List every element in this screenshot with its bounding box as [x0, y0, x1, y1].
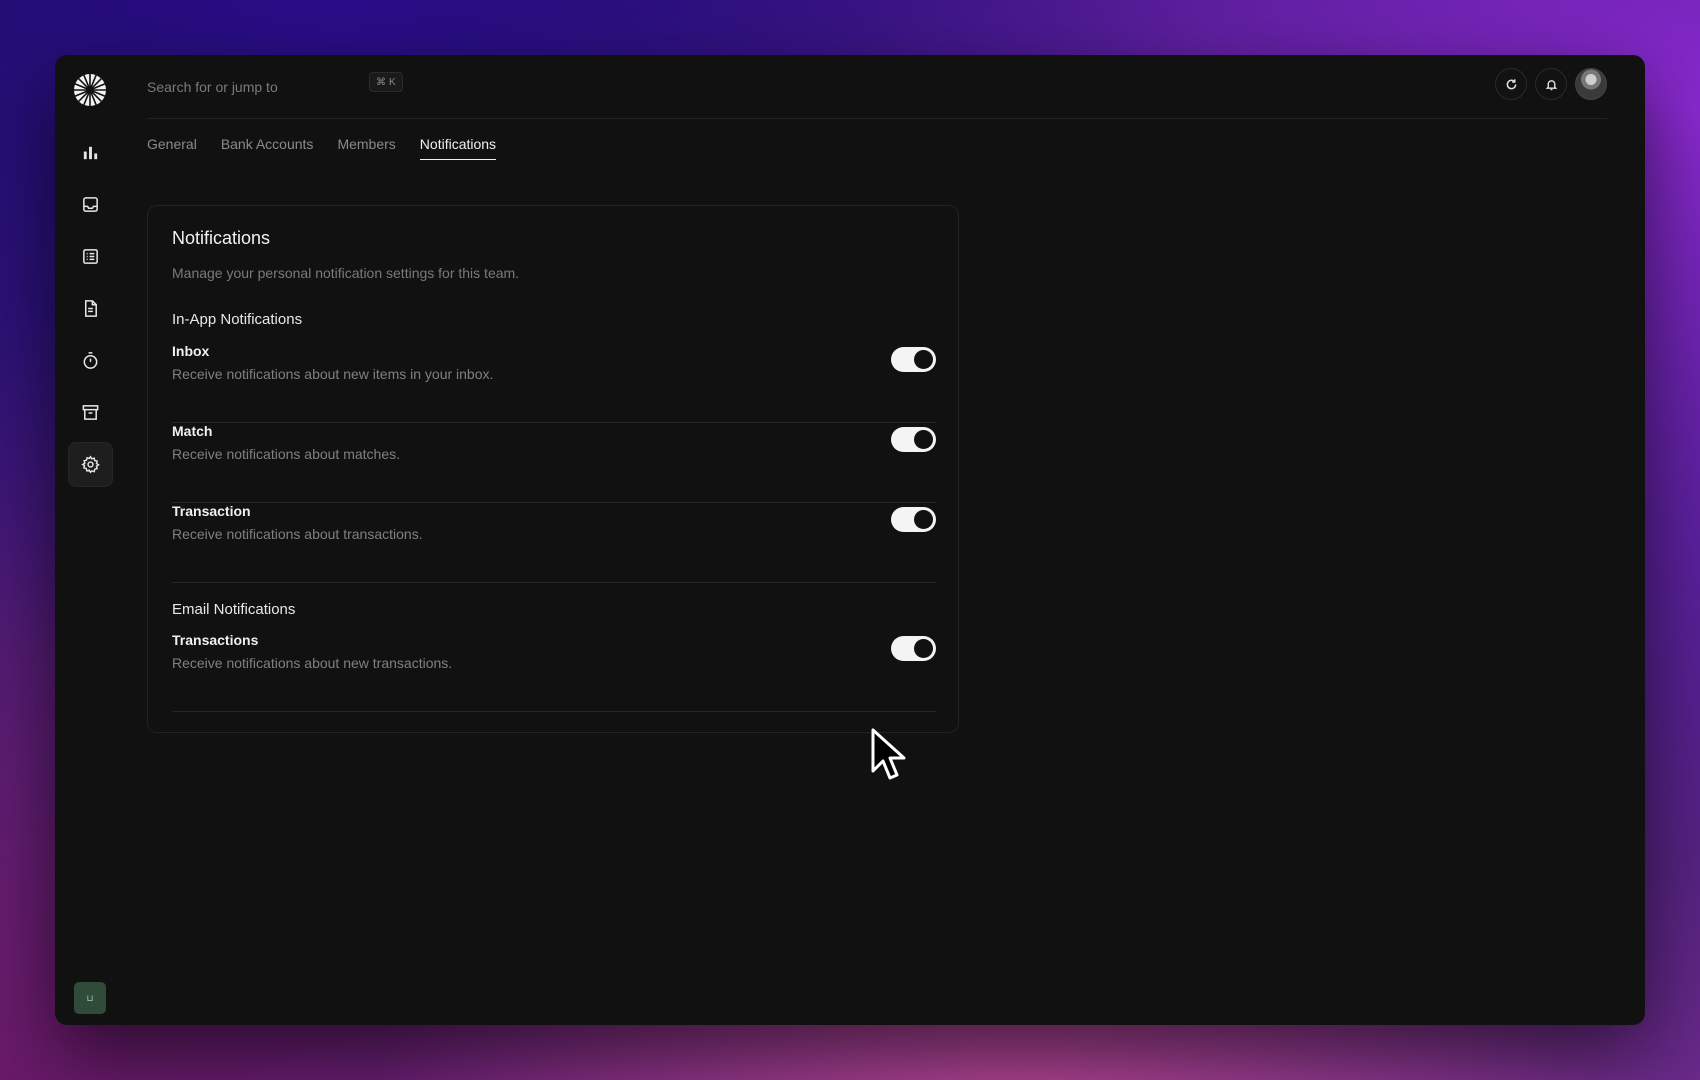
search-input[interactable]: Search for or jump to — [147, 75, 278, 99]
in-app-section-title: In-App Notifications — [172, 311, 303, 328]
setting-row-match: Match Receive notifications about matche… — [172, 423, 936, 503]
setting-description: Receive notifications about matches. — [172, 446, 401, 462]
transaction-toggle[interactable] — [891, 507, 936, 532]
match-toggle[interactable] — [891, 427, 936, 452]
document-icon — [84, 300, 97, 317]
card-title: Notifications — [172, 228, 271, 248]
email-transactions-toggle[interactable] — [891, 636, 936, 661]
tab-notifications[interactable]: Notifications — [419, 136, 497, 160]
toggle-knob — [914, 510, 933, 529]
toggle-knob — [914, 639, 933, 658]
app-logo[interactable] — [73, 73, 107, 107]
sidebar-item-vault[interactable] — [68, 390, 113, 435]
refresh-button[interactable] — [1495, 68, 1527, 100]
inbox-toggle[interactable] — [891, 347, 936, 372]
toggle-knob — [914, 430, 933, 449]
team-avatar-label: ⊔ — [86, 992, 94, 1003]
team-avatar[interactable]: ⊔ — [74, 982, 106, 1014]
sidebar-item-overview[interactable] — [68, 130, 113, 175]
sidebar: ⊔ — [55, 55, 125, 1025]
setting-title: Transaction — [172, 503, 251, 519]
tab-bank-accounts[interactable]: Bank Accounts — [221, 136, 314, 160]
setting-description: Receive notifications about new items in… — [172, 366, 494, 382]
notifications-button[interactable] — [1535, 68, 1567, 100]
archive-icon — [82, 405, 99, 420]
setting-description: Receive notifications about transactions… — [172, 526, 423, 542]
mouse-cursor-icon — [871, 728, 906, 780]
notifications-card: Notifications Manage your personal notif… — [147, 205, 959, 733]
setting-row-inbox: Inbox Receive notifications about new it… — [172, 343, 936, 423]
refresh-icon — [1506, 78, 1516, 89]
search-placeholder: Search for or jump to — [147, 79, 278, 95]
sidebar-item-tracker[interactable] — [68, 338, 113, 383]
card-description: Manage your personal notification settin… — [172, 265, 520, 281]
setting-title: Transactions — [172, 632, 259, 648]
gear-icon — [81, 455, 100, 474]
topbar: Search for or jump to ⌘ K — [147, 55, 1607, 119]
email-section-title: Email Notifications — [172, 601, 296, 618]
setting-title: Inbox — [172, 343, 210, 359]
sidebar-item-settings[interactable] — [68, 442, 113, 487]
settings-tabs: General Bank Accounts Members Notificati… — [147, 136, 497, 160]
stopwatch-icon — [83, 352, 98, 369]
top-actions — [1495, 68, 1607, 100]
toggle-knob — [914, 350, 933, 369]
inbox-tray-icon — [83, 197, 98, 212]
bell-icon — [1545, 79, 1557, 90]
setting-title: Match — [172, 423, 213, 439]
sidebar-item-inbox[interactable] — [68, 182, 113, 227]
user-avatar[interactable] — [1575, 68, 1607, 100]
setting-description: Receive notifications about new transact… — [172, 655, 453, 671]
bar-chart-icon — [83, 146, 98, 160]
command-key-icon: ⌘ — [376, 76, 386, 88]
list-icon — [83, 249, 98, 264]
sidebar-item-transactions[interactable] — [68, 234, 113, 279]
tab-general[interactable]: General — [147, 136, 197, 160]
app-window: ⊔ Search for or jump to ⌘ K General Bank… — [55, 55, 1645, 1025]
setting-row-transaction: Transaction Receive notifications about … — [172, 503, 936, 583]
shortcut-hint: ⌘ K — [369, 72, 403, 92]
sidebar-item-invoices[interactable] — [68, 286, 113, 331]
shortcut-key: K — [389, 76, 396, 88]
setting-row-email-transactions: Transactions Receive notifications about… — [172, 632, 936, 712]
tab-members[interactable]: Members — [337, 136, 395, 160]
